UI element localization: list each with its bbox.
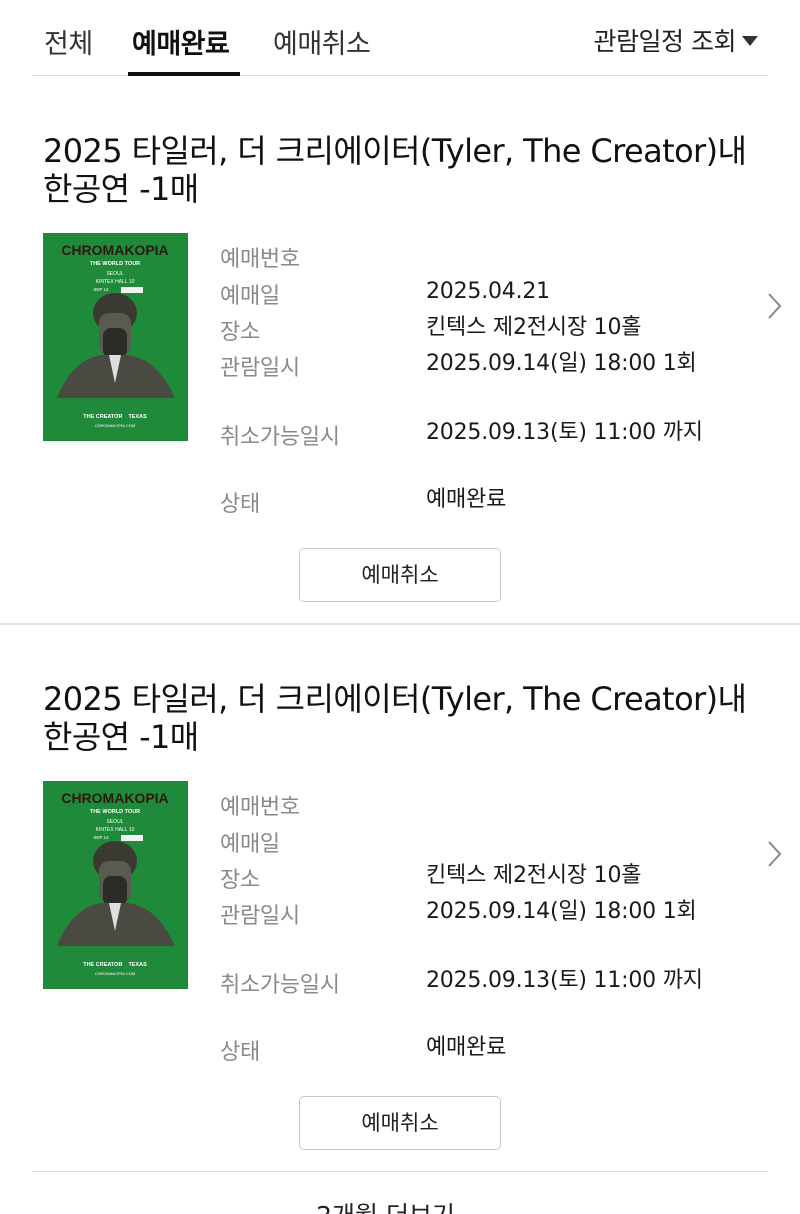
load-more-button[interactable]: 2개월 더보기 ⌄ (0, 1196, 800, 1214)
status-value: 예매완료 (426, 487, 507, 512)
chevron-down-icon: ⌄ (463, 1201, 484, 1214)
poster-hall-text: KINTEX HALL 10 (96, 279, 135, 285)
tab-booked[interactable]: 예매완료 (132, 22, 230, 61)
poster-hall-text: KINTEX HALL 10 (96, 827, 135, 833)
poster-city-text: SEOUL (107, 819, 124, 825)
tab-all[interactable]: 전체 (44, 22, 93, 61)
poster-site-text: CHROMAKOPIA.COM (95, 423, 135, 428)
poster-title-text: CHROMAKOPIA (61, 242, 168, 258)
cancel-deadline-value: 2025.09.13(토) 11:00 까지 (426, 968, 703, 993)
poster-image: CHROMAKOPIA THE WORLD TOUR SEOUL KINTEX … (43, 781, 188, 989)
booking-title: 2025 타일러, 더 크리에이터(Tyler, The Creator)내한공… (43, 132, 747, 208)
poster-footer-creator: THE CREATOR (83, 962, 122, 968)
status-tabs: 전체 예매완료 예매취소 관람일정 조회 (32, 0, 768, 76)
cancel-deadline-label: 취소가능일시 (220, 973, 340, 998)
caret-down-icon (742, 36, 758, 46)
venue-label: 장소 (220, 868, 260, 893)
poster-footer-texas: TEXAS (128, 962, 147, 968)
poster-city-text: SEOUL (107, 271, 124, 277)
poster-art: CHROMAKOPIA THE WORLD TOUR SEOUL KINTEX … (43, 781, 188, 989)
load-more-label: 2개월 더보기 (316, 1201, 455, 1214)
viewing-time-value: 2025.09.14(일) 18:00 1회 (426, 899, 697, 924)
poster-footer-texas: TEXAS (128, 414, 147, 420)
viewing-time-label: 관람일시 (220, 356, 300, 381)
booking-title: 2025 타일러, 더 크리에이터(Tyler, The Creator)내한공… (43, 680, 747, 756)
booking-date-label: 예매일 (220, 832, 280, 857)
booking-date-value: 2025.04.21 (426, 279, 550, 304)
schedule-filter-label: 관람일정 조회 (593, 27, 737, 56)
booking-date-label: 예매일 (220, 284, 280, 309)
status-label: 상태 (220, 1040, 260, 1065)
venue-value: 킨텍스 제2전시장 10홀 (426, 315, 642, 340)
schedule-filter-dropdown[interactable]: 관람일정 조회 (594, 22, 758, 58)
poster-subtitle-text: THE WORLD TOUR (90, 261, 140, 267)
cancel-booking-button[interactable]: 예매취소 (299, 548, 501, 602)
status-value: 예매완료 (426, 1035, 507, 1060)
venue-label: 장소 (220, 320, 260, 345)
poster-footer-creator: THE CREATOR (83, 414, 122, 420)
viewing-time-value: 2025.09.14(일) 18:00 1회 (426, 351, 697, 376)
svg-text:THE CREATORTEXAS: THE CREATOR TEXAS (83, 962, 147, 968)
booking-number-label: 예매번호 (220, 247, 300, 272)
venue-value: 킨텍스 제2전시장 10홀 (426, 863, 642, 888)
chevron-right-icon[interactable] (764, 290, 784, 322)
chevron-right-icon[interactable] (764, 838, 784, 870)
svg-text:THE CREATORTEXAS: THE CREATOR TEXAS (83, 414, 147, 420)
cancel-deadline-label: 취소가능일시 (220, 425, 340, 450)
viewing-time-label: 관람일시 (220, 904, 300, 929)
cancel-booking-button[interactable]: 예매취소 (299, 1096, 501, 1150)
poster-date-text: SEP 14 (93, 835, 109, 840)
active-tab-indicator (128, 72, 240, 76)
poster-site-text: CHROMAKOPIA.COM (95, 971, 135, 976)
booking-number-label: 예매번호 (220, 795, 300, 820)
cancel-deadline-value: 2025.09.13(토) 11:00 까지 (426, 420, 703, 445)
poster-art: CHROMAKOPIA THE WORLD TOUR SEOUL KINTEX … (43, 233, 188, 441)
poster-image: CHROMAKOPIA THE WORLD TOUR SEOUL KINTEX … (43, 233, 188, 441)
card-divider (0, 623, 800, 625)
poster-date-text: SEP 14 (93, 287, 109, 292)
poster-title-text: CHROMAKOPIA (61, 790, 168, 806)
list-divider (32, 1171, 768, 1172)
poster-subtitle-text: THE WORLD TOUR (90, 809, 140, 815)
tab-cancelled[interactable]: 예매취소 (273, 22, 371, 61)
status-label: 상태 (220, 492, 260, 517)
